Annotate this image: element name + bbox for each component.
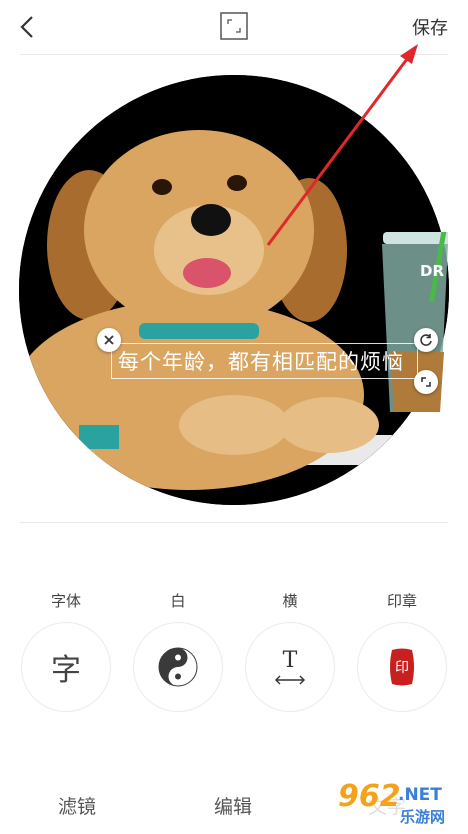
delete-text-button[interactable] xyxy=(97,328,121,352)
tool-label-orientation: 横 xyxy=(282,592,298,610)
save-button[interactable]: 保存 xyxy=(412,14,448,40)
svg-text:.NET: .NET xyxy=(398,785,442,805)
chevron-left-icon xyxy=(20,16,33,38)
resize-text-handle[interactable] xyxy=(414,370,438,394)
watermark-logo-icon: 962 .NET 乐游网 xyxy=(332,776,464,828)
text-overlay-box[interactable]: 每个年龄，都有相匹配的烦恼 xyxy=(111,343,418,379)
cup-label: DR xyxy=(420,262,445,280)
overlay-text: 每个年龄，都有相匹配的烦恼 xyxy=(118,350,404,374)
tool-label-color: 白 xyxy=(170,592,186,610)
svg-text:印: 印 xyxy=(395,660,409,676)
section-divider xyxy=(20,522,448,523)
tool-label-font: 字体 xyxy=(50,592,81,610)
rotate-icon xyxy=(420,334,432,346)
font-icon: 字 xyxy=(51,653,81,688)
tab-edit[interactable]: 编辑 xyxy=(214,792,252,819)
yin-yang-icon xyxy=(158,647,198,687)
top-divider xyxy=(20,54,448,55)
font-button[interactable]: 字 xyxy=(21,622,111,712)
tab-filter[interactable]: 滤镜 xyxy=(58,792,96,819)
svg-text:962: 962 xyxy=(338,779,401,814)
crop-frame-icon xyxy=(220,12,248,40)
svg-text:乐游网: 乐游网 xyxy=(400,808,445,826)
color-button[interactable] xyxy=(133,622,223,712)
crop-button[interactable] xyxy=(220,12,248,40)
resize-icon xyxy=(421,377,431,387)
close-icon xyxy=(104,335,114,345)
seal-stamp-icon: 印 xyxy=(390,648,414,686)
svg-text:T: T xyxy=(283,648,298,673)
tool-label-seal: 印章 xyxy=(386,592,417,610)
orientation-button[interactable]: T xyxy=(245,622,335,712)
horizontal-text-icon: T xyxy=(275,648,305,685)
back-button[interactable] xyxy=(12,12,42,42)
seal-button[interactable]: 印 xyxy=(357,622,447,712)
site-watermark: 962 .NET 乐游网 xyxy=(332,772,464,830)
rotate-text-handle[interactable] xyxy=(414,328,438,352)
